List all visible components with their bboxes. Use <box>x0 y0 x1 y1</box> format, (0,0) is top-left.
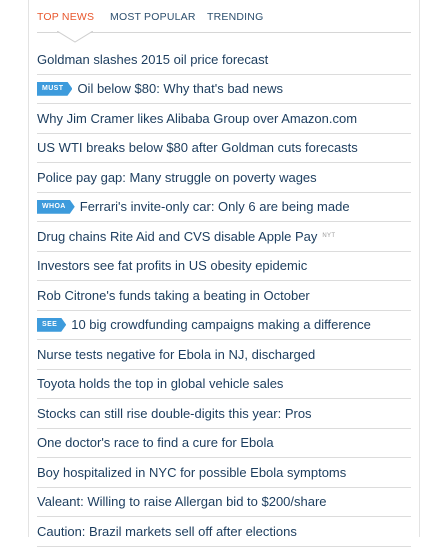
headline-link[interactable]: Valeant: Willing to raise Allergan bid t… <box>37 494 327 509</box>
headline-link[interactable]: Stocks can still rise double-digits this… <box>37 406 312 421</box>
headline-link[interactable]: Nurse tests negative for Ebola in NJ, di… <box>37 347 315 362</box>
tab-trending[interactable]: TRENDING <box>207 11 263 23</box>
headline-source: NYT <box>322 233 336 240</box>
headline-item[interactable]: Caution: Brazil markets sell off after e… <box>37 517 411 547</box>
headline-badge: MUST <box>37 82 72 96</box>
headline-item[interactable]: Goldman slashes 2015 oil price forecast <box>37 45 411 75</box>
headline-item[interactable]: Stocks can still rise double-digits this… <box>37 399 411 429</box>
tab-top-news[interactable]: TOP NEWS <box>37 11 94 23</box>
headline-item[interactable]: MUST Oil below $80: Why that's bad news <box>37 75 411 104</box>
headline-item[interactable]: Drug chains Rite Aid and CVS disable App… <box>37 222 411 252</box>
headline-link[interactable]: Boy hospitalized in NYC for possible Ebo… <box>37 465 346 480</box>
headline-link[interactable]: US WTI breaks below $80 after Goldman cu… <box>37 140 358 155</box>
headline-item[interactable]: Toyota holds the top in global vehicle s… <box>37 370 411 399</box>
headline-item[interactable]: Rob Citrone's funds taking a beating in … <box>37 281 411 311</box>
headline-item[interactable]: One doctor's race to find a cure for Ebo… <box>37 429 411 458</box>
headline-item[interactable]: Police pay gap: Many struggle on poverty… <box>37 163 411 193</box>
headline-item[interactable]: US WTI breaks below $80 after Goldman cu… <box>37 134 411 163</box>
headline-item[interactable]: Nurse tests negative for Ebola in NJ, di… <box>37 340 411 370</box>
headline-link[interactable]: Drug chains Rite Aid and CVS disable App… <box>37 229 317 244</box>
headline-link[interactable]: Rob Citrone's funds taking a beating in … <box>37 288 310 303</box>
news-panel: TOP NEWS MOST POPULAR TRENDING Goldman s… <box>28 0 420 547</box>
headline-badge: SEE <box>37 318 66 332</box>
headline-link[interactable]: Police pay gap: Many struggle on poverty… <box>37 170 317 185</box>
headline-link[interactable]: Why Jim Cramer likes Alibaba Group over … <box>37 111 357 126</box>
headline-link[interactable]: 10 big crowdfunding campaigns making a d… <box>71 317 371 332</box>
headline-link[interactable]: Ferrari's invite-only car: Only 6 are be… <box>80 199 350 214</box>
headline-link[interactable]: Toyota holds the top in global vehicle s… <box>37 376 283 391</box>
headline-link[interactable]: One doctor's race to find a cure for Ebo… <box>37 435 274 450</box>
headline-link[interactable]: Oil below $80: Why that's bad news <box>77 81 283 96</box>
headline-badge: WHOA <box>37 200 75 214</box>
headline-item[interactable]: Valeant: Willing to raise Allergan bid t… <box>37 488 411 517</box>
headline-item[interactable]: Investors see fat profits in US obesity … <box>37 252 411 281</box>
headline-item[interactable]: WHOA Ferrari's invite-only car: Only 6 ar… <box>37 193 411 222</box>
headline-link[interactable]: Investors see fat profits in US obesity … <box>37 258 307 273</box>
tab-most-popular[interactable]: MOST POPULAR <box>110 11 196 23</box>
active-tab-caret-icon <box>57 31 93 43</box>
headline-list: Goldman slashes 2015 oil price forecast M… <box>29 45 419 547</box>
headline-link[interactable]: Goldman slashes 2015 oil price forecast <box>37 52 268 67</box>
headline-item[interactable]: Why Jim Cramer likes Alibaba Group over … <box>37 104 411 134</box>
news-tabs: TOP NEWS MOST POPULAR TRENDING <box>37 0 411 43</box>
headline-item[interactable]: Boy hospitalized in NYC for possible Ebo… <box>37 458 411 488</box>
headline-item[interactable]: SEE 10 big crowdfunding campaigns making … <box>37 311 411 340</box>
